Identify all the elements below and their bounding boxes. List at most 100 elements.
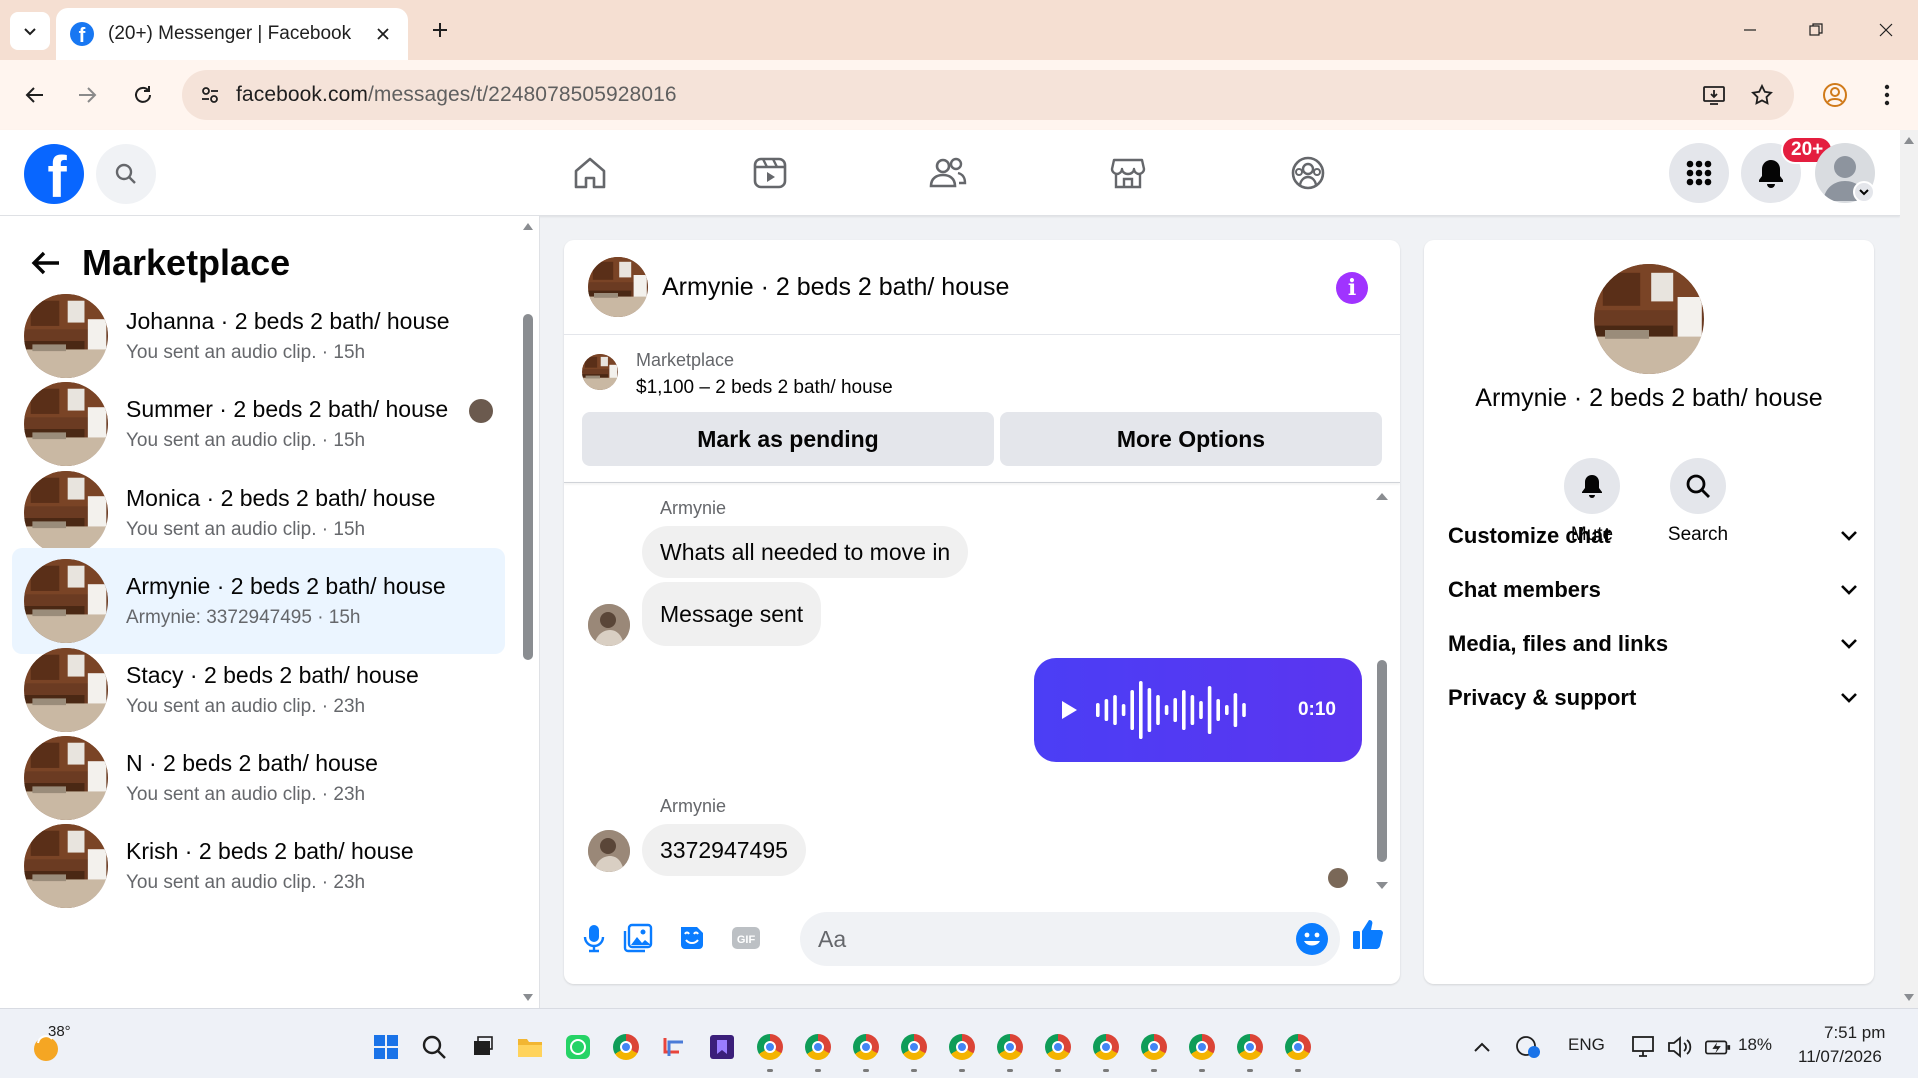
waveform-bar xyxy=(1139,681,1143,739)
start-button[interactable] xyxy=(372,1033,400,1061)
chrome-window-button[interactable] xyxy=(948,1033,976,1061)
clock-time[interactable]: 7:51 pm xyxy=(1824,1023,1885,1043)
send-like-button[interactable] xyxy=(1348,914,1388,954)
chrome-button[interactable] xyxy=(612,1033,640,1061)
new-tab-button[interactable] xyxy=(424,14,456,46)
reload-button[interactable] xyxy=(124,76,162,114)
taskbar-search-button[interactable] xyxy=(420,1033,448,1061)
install-app-button[interactable] xyxy=(1696,77,1732,113)
file-explorer-button[interactable] xyxy=(516,1033,544,1061)
chrome-window-button[interactable] xyxy=(1236,1033,1264,1061)
house-photo xyxy=(588,257,648,317)
page-scrollbar[interactable] xyxy=(1900,130,1918,1008)
scrollbar-thumb[interactable] xyxy=(1377,660,1387,862)
back-button[interactable] xyxy=(16,76,54,114)
conversation-list-scrollbar[interactable] xyxy=(521,216,535,1008)
message-sender-name: Armynie xyxy=(660,796,727,816)
tab-close-button[interactable] xyxy=(372,23,394,45)
info-icon[interactable]: i xyxy=(1336,272,1368,304)
incoming-message[interactable]: 3372947495 xyxy=(642,824,806,876)
facebook-logo-icon[interactable]: f xyxy=(24,144,84,204)
chrome-window-button[interactable] xyxy=(1044,1033,1072,1061)
chat-title[interactable]: Armynie · 2 beds 2 bath/ house xyxy=(662,273,1009,302)
listing-summary[interactable]: Marketplace $1,100 – 2 beds 2 bath/ hous… xyxy=(582,350,893,399)
forward-button[interactable] xyxy=(68,76,106,114)
attach-photo-button[interactable] xyxy=(618,918,658,958)
contact-avatar[interactable] xyxy=(588,604,630,646)
chrome-window-button[interactable] xyxy=(1092,1033,1120,1061)
outgoing-audio-clip[interactable]: 0:10 xyxy=(1034,658,1362,762)
details-section-3[interactable]: Privacy & support xyxy=(1448,678,1858,718)
seen-receipt-avatar xyxy=(469,399,493,424)
whatsapp-button[interactable] xyxy=(564,1033,592,1061)
nav-home[interactable] xyxy=(540,142,640,204)
chrome-window-button[interactable] xyxy=(852,1033,880,1061)
site-info-button[interactable] xyxy=(190,75,230,115)
sticker-button[interactable] xyxy=(672,918,712,958)
emoji-button[interactable] xyxy=(1296,923,1328,955)
nav-gaming[interactable] xyxy=(1258,142,1358,204)
chrome-window-button[interactable] xyxy=(1188,1033,1216,1061)
gif-button[interactable]: GIF xyxy=(726,918,766,958)
incoming-message[interactable]: Whats all needed to move in xyxy=(642,526,969,578)
chrome-window-button[interactable] xyxy=(756,1033,784,1061)
restore-button[interactable] xyxy=(1796,12,1836,48)
nav-marketplace[interactable] xyxy=(1078,142,1178,204)
chrome-window-button[interactable] xyxy=(996,1033,1024,1061)
chrome-window-button[interactable] xyxy=(1284,1033,1312,1061)
address-bar[interactable]: facebook.com/messages/t/2248078505928016 xyxy=(182,70,1794,120)
snipping-tool-button[interactable] xyxy=(660,1033,688,1061)
facebook-search-button[interactable] xyxy=(96,144,156,204)
profile-button[interactable] xyxy=(1816,76,1854,114)
avatar-image xyxy=(588,604,630,646)
battery-button[interactable] xyxy=(1704,1033,1732,1061)
nav-friends[interactable] xyxy=(898,142,998,204)
browser-menu-button[interactable] xyxy=(1868,76,1906,114)
running-indicator xyxy=(959,1069,965,1072)
play-icon[interactable] xyxy=(1058,699,1080,721)
account-caret[interactable] xyxy=(1853,181,1875,203)
video-icon xyxy=(753,157,787,189)
conversation-item[interactable]: Krish · 2 beds 2 bath/ house You sent an … xyxy=(12,813,505,919)
details-avatar[interactable] xyxy=(1594,264,1704,374)
bookmark-button[interactable] xyxy=(1744,77,1780,113)
menu-button[interactable] xyxy=(1669,143,1729,203)
minimize-button[interactable] xyxy=(1730,12,1770,48)
mark-as-pending-button[interactable]: Mark as pending xyxy=(582,412,994,466)
chrome-window-button[interactable] xyxy=(804,1033,832,1061)
show-hidden-icons-button[interactable] xyxy=(1468,1033,1496,1061)
incoming-message[interactable]: Message sent xyxy=(642,582,822,646)
conversation-name: Monica · 2 beds 2 bath/ house xyxy=(126,484,436,511)
task-view-button[interactable] xyxy=(468,1033,496,1061)
house-photo xyxy=(24,647,108,732)
window-close-button[interactable] xyxy=(1866,12,1906,48)
chrome-window-button[interactable] xyxy=(900,1033,928,1061)
voice-clip-button[interactable] xyxy=(574,918,614,958)
back-to-chats-button[interactable] xyxy=(24,241,68,285)
gif-icon: GIF xyxy=(732,927,760,949)
network-button[interactable] xyxy=(1630,1033,1658,1061)
onedrive-button[interactable] xyxy=(1514,1033,1542,1061)
message-input[interactable]: Aa xyxy=(800,912,1340,966)
scrollbar-thumb[interactable] xyxy=(523,314,533,660)
listing-thumbnail xyxy=(582,354,618,390)
clock-date[interactable]: 11/07/2026 xyxy=(1798,1047,1882,1067)
volume-button[interactable] xyxy=(1666,1033,1694,1061)
more-options-button[interactable]: More Options xyxy=(1000,412,1382,466)
details-section-1[interactable]: Chat members xyxy=(1448,570,1858,610)
app-button[interactable] xyxy=(708,1033,736,1061)
input-language[interactable]: ENG xyxy=(1568,1035,1605,1055)
conversation-thumbnail xyxy=(24,470,108,555)
details-section-0[interactable]: Customize chat xyxy=(1448,516,1858,556)
nav-video[interactable] xyxy=(720,142,820,204)
chat-avatar[interactable] xyxy=(588,257,648,317)
details-section-2[interactable]: Media, files and links xyxy=(1448,624,1858,664)
reload-icon xyxy=(135,86,151,103)
chrome-window-button[interactable] xyxy=(1140,1033,1168,1061)
svg-text:GIF: GIF xyxy=(737,934,756,946)
chat-scrollbar[interactable] xyxy=(1374,490,1390,892)
contact-avatar[interactable] xyxy=(588,830,630,872)
tab-search-button[interactable] xyxy=(10,12,50,50)
smiley-icon xyxy=(1304,932,1320,946)
browser-tab[interactable]: f (20+) Messenger | Facebook xyxy=(56,8,408,60)
